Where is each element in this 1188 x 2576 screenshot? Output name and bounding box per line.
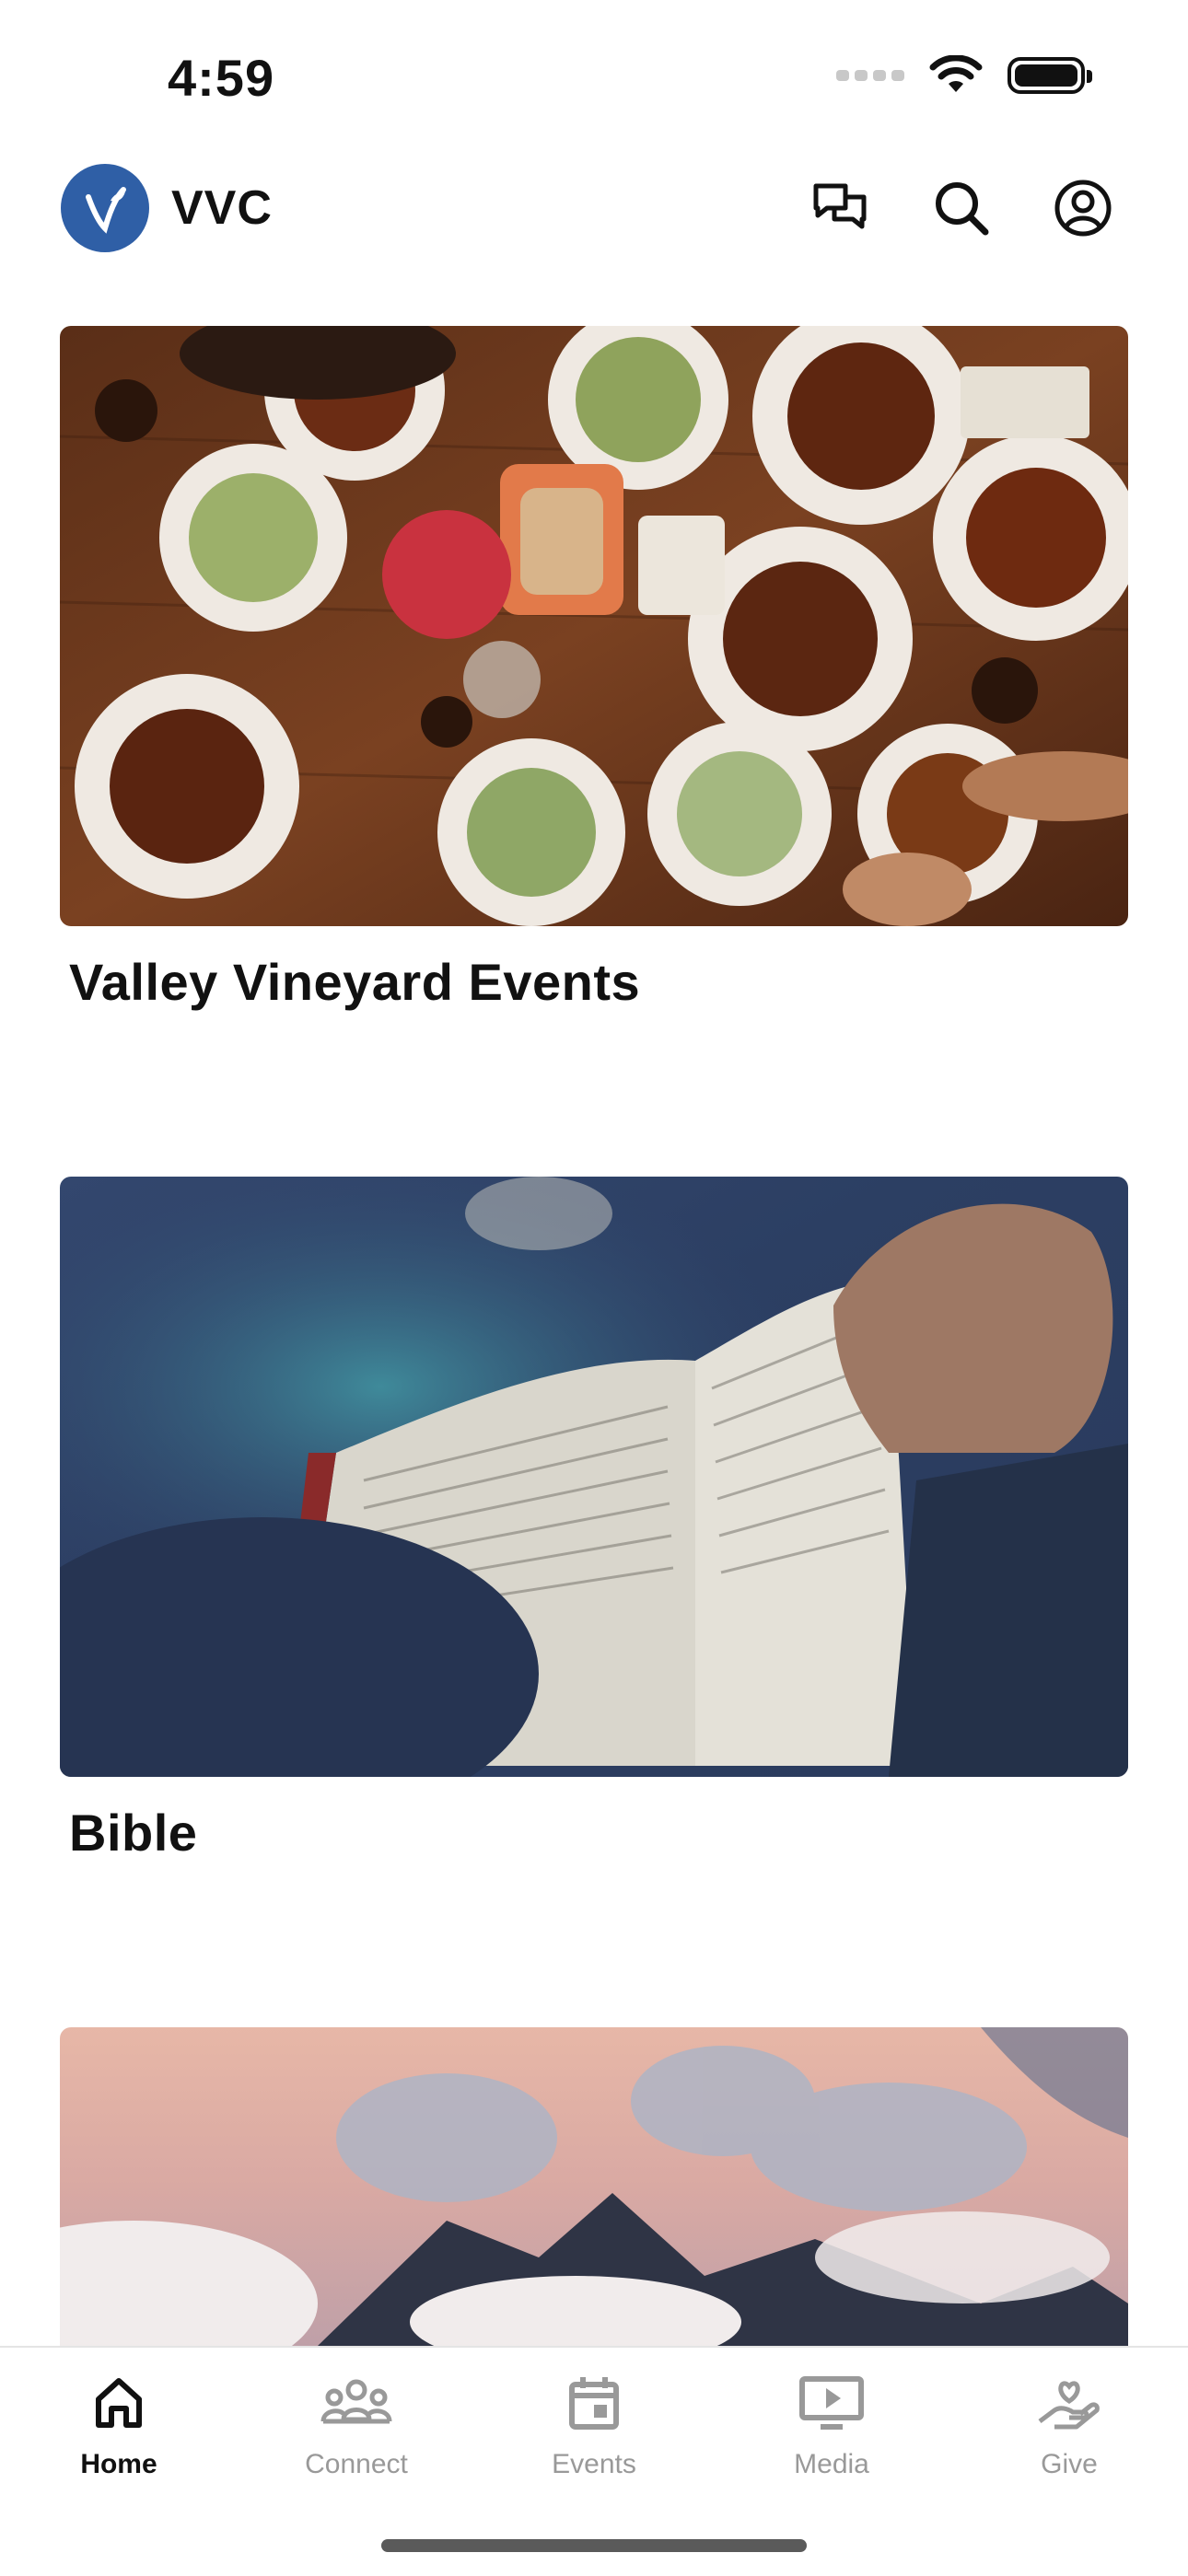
home-indicator <box>381 2539 807 2552</box>
mountains-clouds-photo <box>60 2027 1128 2346</box>
events-card[interactable]: Valley Vineyard Events <box>60 326 1128 1012</box>
app-header: VVC <box>0 157 1188 267</box>
vine-logo-icon <box>86 187 126 234</box>
app-title: VVC <box>171 181 273 235</box>
chat-icon <box>813 183 867 229</box>
events-card-title: Valley Vineyard Events <box>69 953 641 1011</box>
people-icon <box>320 2379 392 2424</box>
play-screen-icon <box>799 2376 864 2430</box>
status-icons <box>836 55 1092 96</box>
shared-meal-photo <box>60 326 1128 926</box>
status-time: 4:59 <box>168 49 275 107</box>
status-bar: 4:59 <box>0 0 1188 147</box>
bible-card-title: Bible <box>69 1804 198 1862</box>
search-button[interactable] <box>928 175 995 241</box>
profile-button[interactable] <box>1050 175 1116 241</box>
chat-button[interactable] <box>807 175 873 241</box>
tab-connect-label: Connect <box>305 2449 408 2479</box>
heart-hand-icon <box>1038 2381 1100 2430</box>
tab-events[interactable]: Events <box>475 2366 713 2495</box>
search-icon <box>936 182 989 236</box>
battery-icon <box>1007 57 1092 94</box>
open-bible-photo <box>60 1177 1128 1777</box>
vvc-logo[interactable] <box>61 164 149 252</box>
profile-icon <box>1054 180 1112 237</box>
bible-card[interactable]: Bible <box>60 1177 1128 1862</box>
home-icon <box>96 2378 142 2428</box>
tab-media[interactable]: Media <box>713 2366 950 2495</box>
tab-home[interactable]: Home <box>0 2366 238 2495</box>
cellular-signal-icon <box>836 70 904 81</box>
tab-home-label: Home <box>80 2449 157 2479</box>
tab-media-label: Media <box>794 2449 869 2479</box>
tab-events-label: Events <box>552 2449 636 2479</box>
mountains-card-image <box>60 2027 1128 2346</box>
calendar-icon <box>569 2377 619 2430</box>
wifi-icon <box>929 55 983 92</box>
tab-connect[interactable]: Connect <box>238 2366 475 2495</box>
events-card-image <box>60 326 1128 926</box>
bible-card-image <box>60 1177 1128 1777</box>
tab-give-label: Give <box>1041 2449 1098 2479</box>
mountains-card[interactable] <box>60 2027 1128 2346</box>
tab-give[interactable]: Give <box>950 2366 1188 2495</box>
